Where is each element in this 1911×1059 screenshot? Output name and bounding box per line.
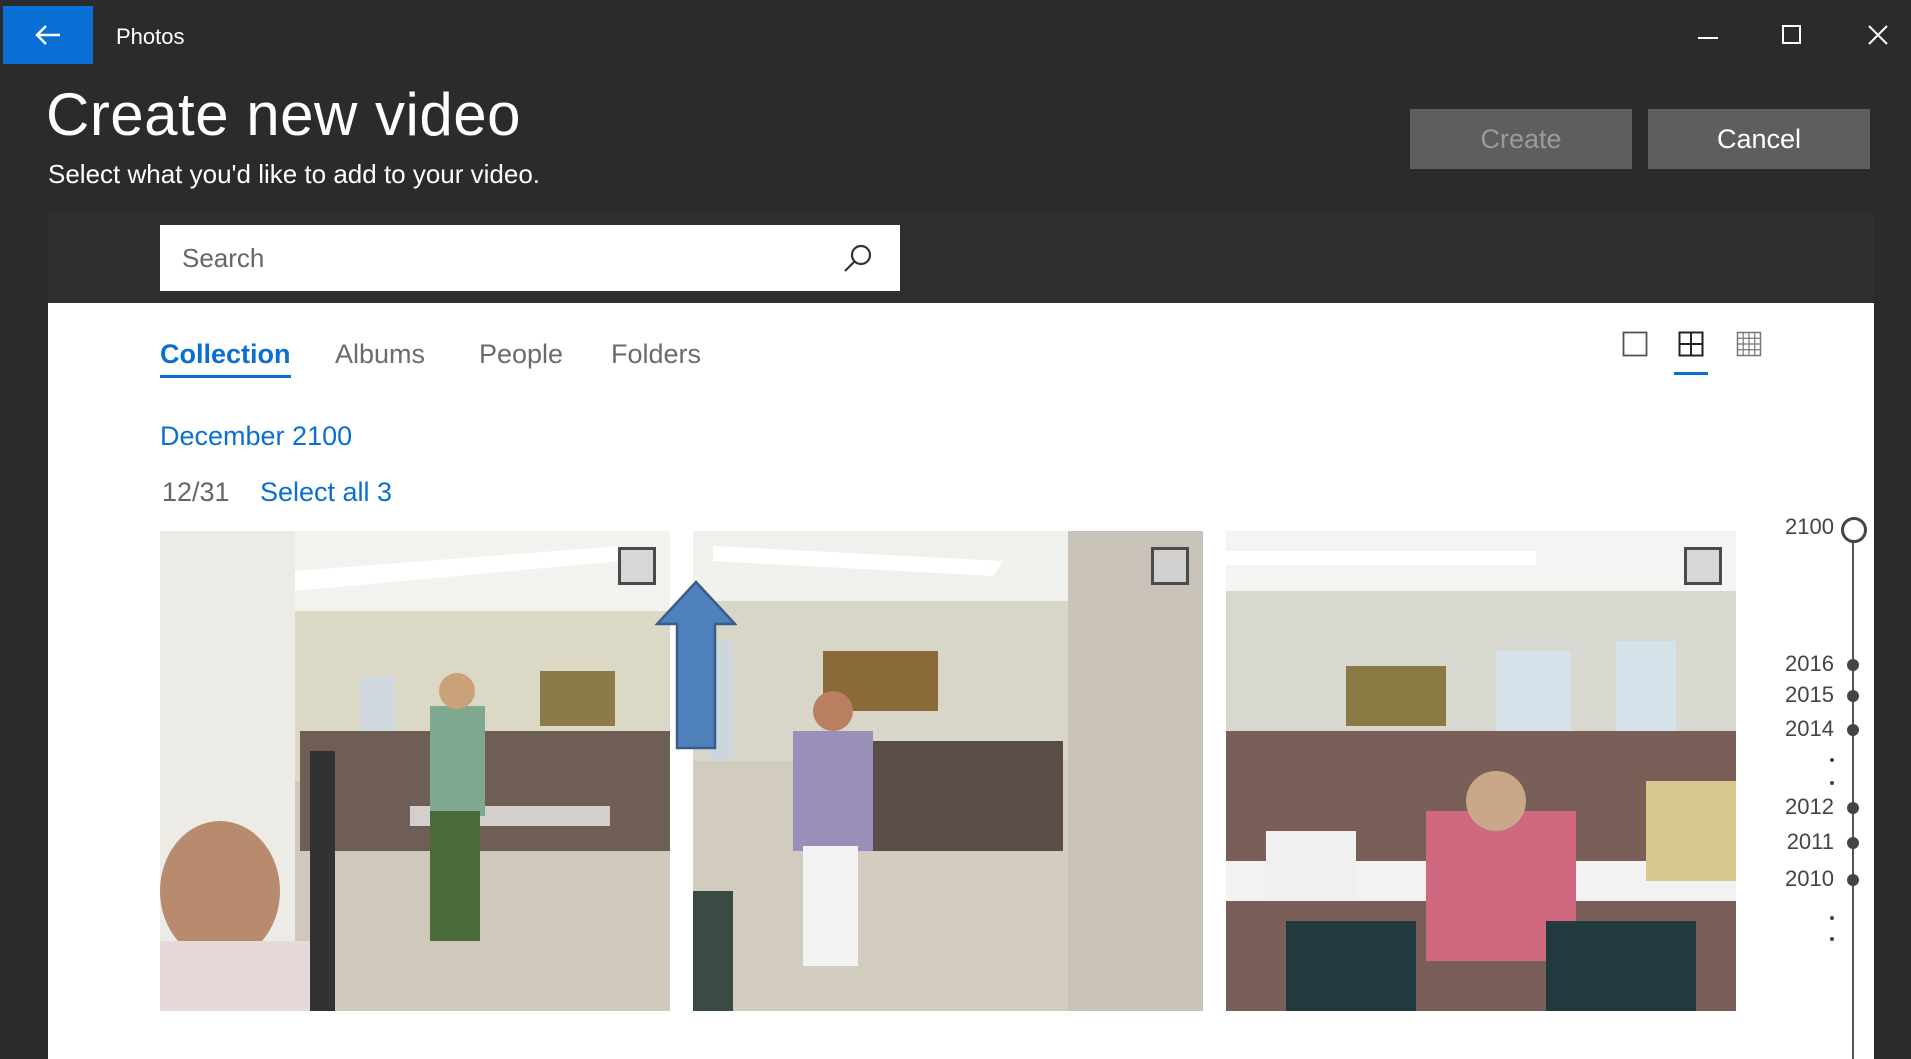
medium-grid-view-icon [1678, 331, 1704, 357]
timeline-dot [1847, 659, 1859, 671]
small-grid-view-button[interactable] [1732, 331, 1766, 371]
photo-checkbox[interactable] [618, 547, 656, 585]
timeline-dot [1847, 837, 1859, 849]
tab-albums[interactable]: Albums [335, 339, 425, 370]
search-box[interactable] [160, 225, 900, 291]
timeline-gap-dot [1830, 916, 1834, 920]
close-icon [1868, 25, 1888, 45]
timeline-track [1852, 529, 1854, 1059]
back-arrow-icon [35, 25, 60, 45]
maximize-button[interactable] [1763, 14, 1821, 56]
tab-collection[interactable]: Collection [160, 339, 291, 378]
timeline-dot [1847, 802, 1859, 814]
timeline-gap-dot [1830, 781, 1834, 785]
title-bar: Photos [3, 6, 1909, 64]
single-square-view-icon [1622, 331, 1648, 357]
timeline-dot [1847, 690, 1859, 702]
maximize-icon [1782, 25, 1801, 44]
photo-thumbnail-3[interactable] [1226, 531, 1736, 1011]
back-button[interactable] [3, 6, 93, 64]
photo-checkbox[interactable] [1151, 547, 1189, 585]
search-icon[interactable] [842, 243, 874, 275]
year-timeline[interactable]: 2100 2016 2015 2014 2012 2011 2010 [1785, 513, 1874, 1059]
photo-picker-panel: Collection Albums People Folders [48, 213, 1874, 1059]
timeline-year-2015[interactable]: 2015 [1785, 682, 1834, 708]
timeline-gap-dot [1830, 758, 1834, 762]
photo-image [160, 531, 670, 1011]
timeline-year-2100[interactable]: 2100 [1785, 514, 1834, 540]
cancel-button[interactable]: Cancel [1648, 109, 1870, 169]
tab-folders[interactable]: Folders [611, 339, 701, 370]
search-input[interactable] [160, 241, 804, 275]
timeline-year-2014[interactable]: 2014 [1785, 716, 1834, 742]
photo-thumbnail-2[interactable] [693, 531, 1203, 1011]
photo-image [693, 531, 1203, 1011]
page-subtitle: Select what you'd like to add to your vi… [48, 159, 541, 189]
minimize-button[interactable] [1679, 14, 1737, 56]
timeline-gap-dot [1830, 937, 1834, 941]
single-view-button[interactable] [1618, 331, 1652, 371]
tab-people[interactable]: People [479, 339, 563, 370]
minimize-icon [1698, 37, 1718, 39]
annotation-up-arrow [655, 580, 737, 750]
close-window-button[interactable] [1849, 14, 1907, 56]
date-label: 12/31 [162, 477, 230, 507]
timeline-year-2016[interactable]: 2016 [1785, 651, 1834, 677]
picker-header [48, 213, 1874, 303]
timeline-year-2011[interactable]: 2011 [1787, 829, 1834, 855]
photo-image [1226, 531, 1736, 1011]
photo-checkbox[interactable] [1684, 547, 1722, 585]
app-title: Photos [116, 24, 185, 49]
timeline-dot [1847, 874, 1859, 886]
medium-grid-view-button[interactable] [1674, 331, 1708, 375]
photo-thumbnail-1[interactable] [160, 531, 670, 1011]
timeline-current-marker[interactable] [1841, 517, 1867, 543]
small-grid-view-icon [1736, 331, 1762, 357]
photos-window: Photos Create new video Select what you'… [3, 6, 1909, 1059]
select-all-link[interactable]: Select all 3 [260, 477, 392, 508]
timeline-year-2010[interactable]: 2010 [1785, 866, 1834, 892]
timeline-dot [1847, 724, 1859, 736]
page-title: Create new video [46, 81, 521, 148]
month-heading[interactable]: December 2100 [160, 421, 352, 452]
create-button[interactable]: Create [1410, 109, 1632, 169]
timeline-year-2012[interactable]: 2012 [1785, 794, 1834, 820]
